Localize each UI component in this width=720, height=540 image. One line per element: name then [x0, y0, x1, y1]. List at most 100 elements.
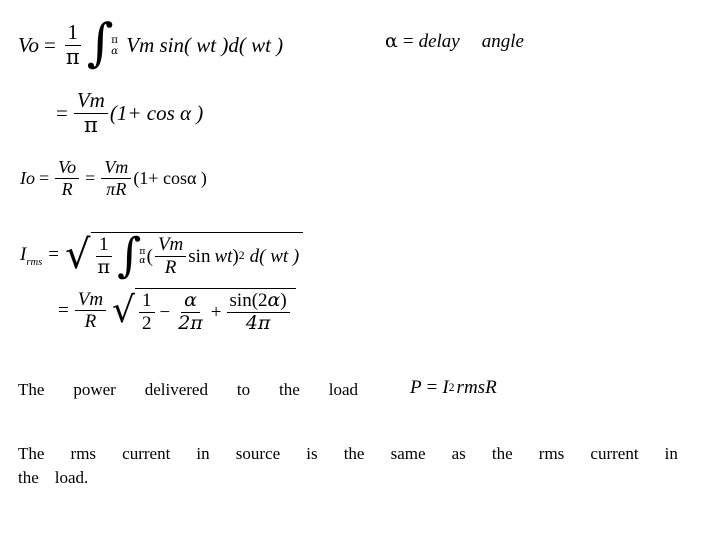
equation-io: Io = Vo R = Vm πR (1+ cosα ) — [20, 158, 207, 198]
text-line: The power delivered to the load — [18, 378, 358, 402]
resistance-symbol: R — [485, 377, 497, 398]
io-symbol: Io — [20, 168, 35, 189]
square-root-expression: √ 1 π ∫ π α ( Vm R sin wt ) 2 d( wt ) — [65, 227, 304, 282]
fraction-denominator: π — [83, 112, 98, 137]
word: rms — [538, 444, 565, 463]
alpha-symbol: α — [385, 30, 398, 52]
fraction-alpha-over-two-pi: α 2π — [175, 290, 206, 334]
close-paren: ) — [232, 245, 239, 267]
power-symbol: P — [410, 377, 422, 398]
fraction-vm-over-pi-r: Vm πR — [101, 158, 132, 199]
word: load. — [54, 468, 89, 488]
word: load — [328, 380, 358, 399]
word: The — [18, 380, 45, 399]
fraction-denominator: 2π — [178, 311, 203, 334]
word: power — [73, 380, 116, 399]
radical-sign-icon: √ — [112, 289, 135, 331]
word: same — [390, 444, 426, 463]
integrand-expression: Vm sin( wt )d( wt ) — [126, 32, 284, 57]
square-root-expression: √ 1 2 − α 2π + sin(2α) 4π — [112, 288, 296, 334]
fraction-denominator: π — [65, 44, 80, 69]
fraction-numerator: sin(2α) — [226, 289, 290, 313]
rms-subscript: rms — [26, 257, 43, 269]
word: current — [590, 444, 639, 463]
fraction-denominator: R — [84, 311, 97, 333]
fraction-numerator: Vm — [101, 158, 132, 179]
fraction-denominator: π — [97, 255, 111, 278]
word: source — [235, 444, 281, 463]
angle-word: angle — [481, 31, 524, 52]
fraction-denominator: 2 — [142, 312, 152, 334]
equals-sign: = — [56, 100, 68, 125]
cosine-term: (1+ cos α ) — [109, 100, 204, 125]
radical-sign-icon: √ — [65, 231, 91, 278]
integral-icon: ∫ — [86, 13, 114, 74]
fraction-numerator: 1 — [139, 291, 155, 313]
cosine-term: (1+ cosα ) — [133, 168, 207, 189]
text-power-delivered: The power delivered to the load — [18, 378, 358, 402]
equals-sign: = — [44, 32, 56, 57]
coefficient-one-over-pi: 1 π — [95, 235, 114, 278]
sine-argument: wt — [214, 245, 233, 267]
fraction-numerator: Vm — [154, 235, 187, 257]
integral-icon: ∫ — [117, 227, 142, 282]
annotation-delay-angle: α = delay angle — [385, 30, 524, 52]
text-line: the load. — [18, 466, 678, 490]
text-rms-current-statement: The rms current in source is the same as… — [18, 442, 678, 490]
fraction-vo-over-r: Vo R — [55, 158, 80, 199]
radicand: 1 2 − α 2π + sin(2α) 4π — [135, 288, 296, 334]
fraction-vm-over-r: Vm R — [154, 235, 187, 278]
word: as — [451, 444, 466, 463]
equation-irms-integral: Irms = √ 1 π ∫ π α ( Vm R sin wt ) 2 d(… — [20, 232, 304, 278]
word: in — [664, 444, 678, 463]
fraction-numerator: Vm — [74, 289, 107, 312]
vo-symbol: Vo — [18, 32, 39, 57]
fraction-denominator: R — [61, 178, 73, 199]
equation-irms-result: = Vm R √ 1 2 − α 2π + sin(2α) 4π — [58, 288, 297, 334]
rms-label: rms — [456, 377, 486, 398]
equals-sign: = — [48, 244, 59, 266]
fraction-denominator: R — [164, 256, 177, 278]
word: the — [279, 380, 300, 399]
radicand: 1 π ∫ π α ( Vm R sin wt ) 2 d( wt ) — [90, 227, 304, 282]
fraction-numerator: 1 — [96, 235, 112, 257]
alpha-symbol: α — [267, 289, 281, 311]
equals-sign: = — [426, 377, 438, 398]
equals-sign-second: = — [85, 168, 96, 189]
word: rms — [70, 444, 97, 463]
sine-open: sin(2 — [229, 290, 268, 311]
word: delivered — [144, 380, 208, 399]
integral-sign-with-limits: ∫ π α — [117, 227, 146, 282]
fraction-numerator: Vm — [73, 89, 108, 114]
fraction-denominator: 4π — [245, 311, 271, 334]
irms-symbol: Irms — [20, 245, 42, 268]
coefficient-one-over-pi: 1 π — [63, 21, 83, 69]
fraction-denominator: πR — [106, 178, 127, 199]
equation-vo-result: = Vm π (1+ cos α ) — [56, 89, 204, 137]
word: to — [236, 380, 251, 399]
sine-function: sin — [188, 245, 211, 267]
fraction-numerator: 1 — [64, 21, 81, 46]
equals-sign: = — [58, 300, 69, 322]
equals-sign-first: = — [39, 168, 50, 189]
word: is — [306, 444, 318, 463]
word: the — [491, 444, 513, 463]
word: The — [18, 444, 45, 463]
fraction-vm-over-pi: Vm π — [73, 89, 108, 137]
minus-sign: − — [159, 301, 171, 323]
fraction-sin-two-alpha-over-four-pi: sin(2α) 4π — [226, 289, 290, 334]
word: the — [343, 444, 365, 463]
sine-close: ) — [280, 290, 287, 311]
fraction-vm-over-r: Vm R — [74, 289, 107, 333]
current-symbol: I — [442, 377, 449, 398]
differential-term: d( wt ) — [249, 245, 300, 267]
word: current — [122, 444, 171, 463]
delay-word: delay — [418, 31, 460, 52]
integral-sign-with-limits: ∫ π α — [86, 13, 119, 74]
text-line: The rms current in source is the same as… — [18, 442, 678, 466]
open-paren: ( — [146, 245, 153, 267]
equals-sign: = — [402, 31, 414, 52]
fraction-one-half: 1 2 — [139, 291, 155, 334]
word: the — [18, 468, 39, 488]
equation-vo-integral: Vo = 1 π ∫ π α Vm sin( wt )d( wt ) — [18, 13, 284, 74]
